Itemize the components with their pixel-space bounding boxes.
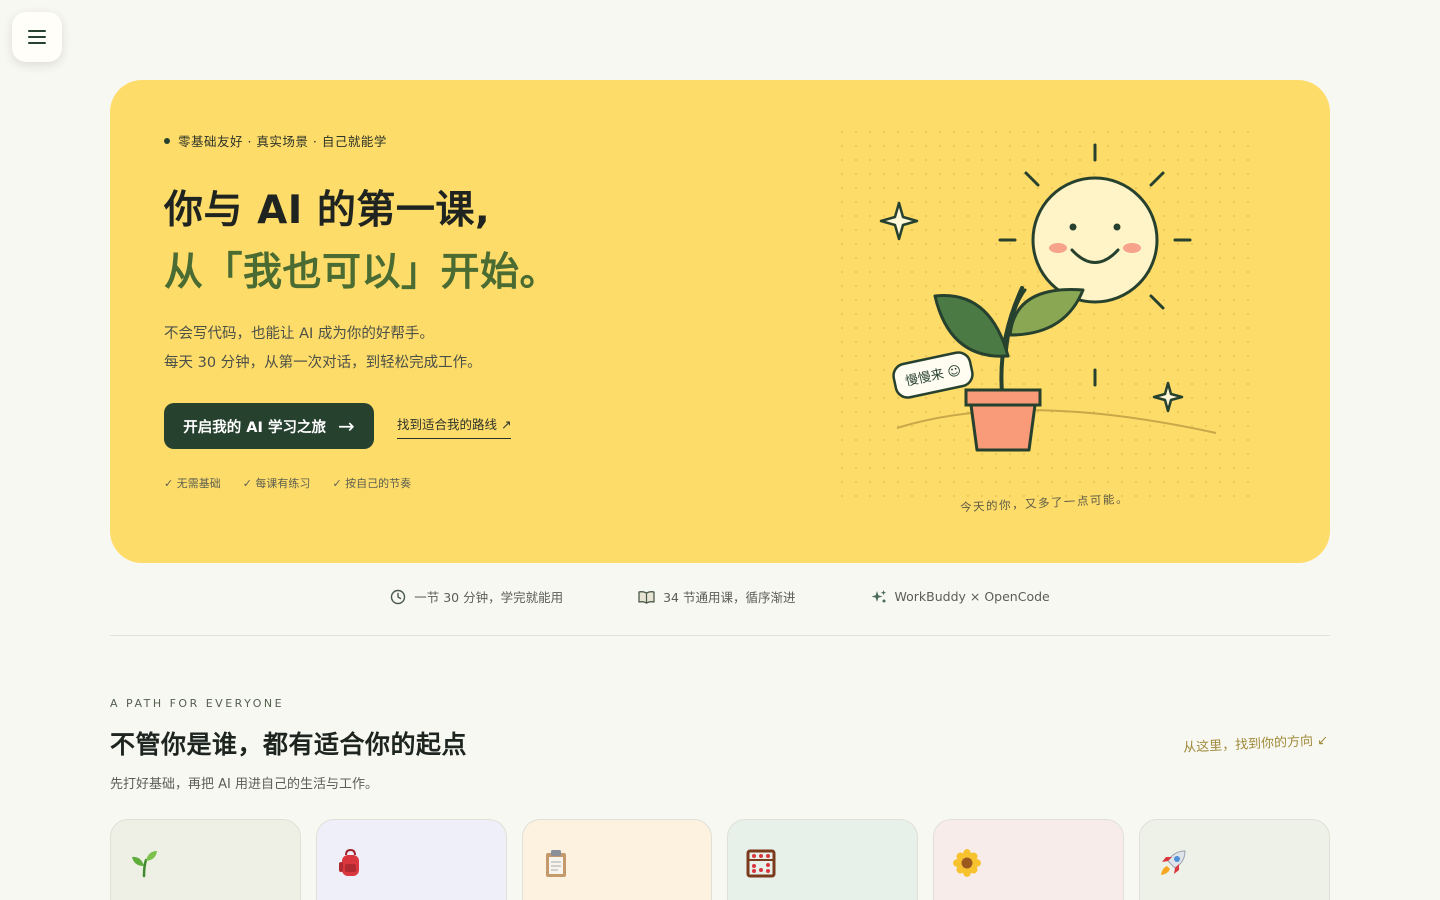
hero-title-line2: 从「我也可以」开始。 xyxy=(164,250,560,295)
feature-text: WorkBuddy × OpenCode xyxy=(894,589,1050,604)
feature-text: 一节 30 分钟，学完就能用 xyxy=(414,590,564,605)
feature-item: 一节 30 分钟，学完就能用 xyxy=(390,587,563,606)
clock-icon xyxy=(391,589,406,604)
start-learning-label: 开启我的 AI 学习之旅 xyxy=(183,419,326,436)
book-icon xyxy=(638,590,655,604)
menu-button[interactable] xyxy=(12,12,62,62)
arrow-right-icon: → xyxy=(337,414,355,438)
hamburger-icon xyxy=(28,28,46,46)
plant-sun-illustration: 慢慢来 ☺ xyxy=(840,130,1260,500)
flower-icon xyxy=(953,849,982,877)
backpack-icon xyxy=(338,848,359,876)
check-item: ✓ 每课有练习 xyxy=(242,477,311,490)
abacus-icon xyxy=(746,849,776,878)
section-title: 不管你是谁，都有适合你的起点 xyxy=(110,730,468,759)
path-card[interactable] xyxy=(110,819,301,900)
clipboard-icon xyxy=(545,850,566,877)
sparkle-icon xyxy=(871,589,886,602)
bullet-dot xyxy=(164,137,170,144)
check-item: ✓ 无需基础 xyxy=(164,477,221,490)
hero-desc-line1: 不会写代码，也能让 AI 成为你的好帮手。 xyxy=(164,326,434,342)
hero-card: 零基础友好 · 真实场景 · 自己就能学 你与 AI 的第一课, 从「我也可以」… xyxy=(110,80,1330,563)
section-divider xyxy=(110,635,1330,636)
section-subtitle: 先打好基础，再把 AI 用进自己的生活与工作。 xyxy=(110,777,378,792)
path-card[interactable] xyxy=(727,819,919,900)
feature-item: 34 节通用课，循序渐进 xyxy=(638,587,796,606)
path-card[interactable] xyxy=(315,819,507,900)
hero-eyebrow-text: 零基础友好 · 真实场景 · 自己就能学 xyxy=(178,134,387,149)
path-card[interactable] xyxy=(1139,819,1330,900)
section-eyebrow: A PATH FOR EVERYONE xyxy=(110,697,285,710)
path-card[interactable] xyxy=(933,819,1125,900)
feature-item: WorkBuddy × OpenCode xyxy=(871,587,1050,606)
start-learning-button[interactable]: 开启我的 AI 学习之旅 → xyxy=(164,403,374,449)
path-cards xyxy=(110,819,1330,900)
hero-description: 不会写代码，也能让 AI 成为你的好帮手。 每天 30 分钟，从第一次对话，到轻… xyxy=(164,320,482,378)
find-direction-link[interactable]: 从这里，找到你的方向 ↙ xyxy=(1183,729,1329,756)
hero-title-line1: 你与 AI 的第一课, xyxy=(164,188,491,233)
hero-checklist: ✓ 无需基础 ✓ 每课有练习 ✓ 按自己的节奏 xyxy=(164,475,411,491)
feature-strip: 一节 30 分钟，学完就能用 34 节通用课，循序渐进 WorkBuddy × … xyxy=(110,587,1330,606)
find-route-link[interactable]: 找到适合我的路线 ↗ xyxy=(397,414,512,439)
rocket-icon xyxy=(1161,850,1186,875)
hero-desc-line2: 每天 30 分钟，从第一次对话，到轻松完成工作。 xyxy=(164,355,482,371)
check-item: ✓ 按自己的节奏 xyxy=(332,477,412,490)
hero-eyebrow: 零基础友好 · 真实场景 · 自己就能学 xyxy=(164,131,387,150)
path-card[interactable] xyxy=(521,819,713,900)
seedling-icon xyxy=(132,851,157,878)
feature-text: 34 节通用课，循序渐进 xyxy=(663,590,796,605)
hero-title: 你与 AI 的第一课, 从「我也可以」开始。 xyxy=(164,180,559,304)
sun-icon xyxy=(1031,176,1159,304)
